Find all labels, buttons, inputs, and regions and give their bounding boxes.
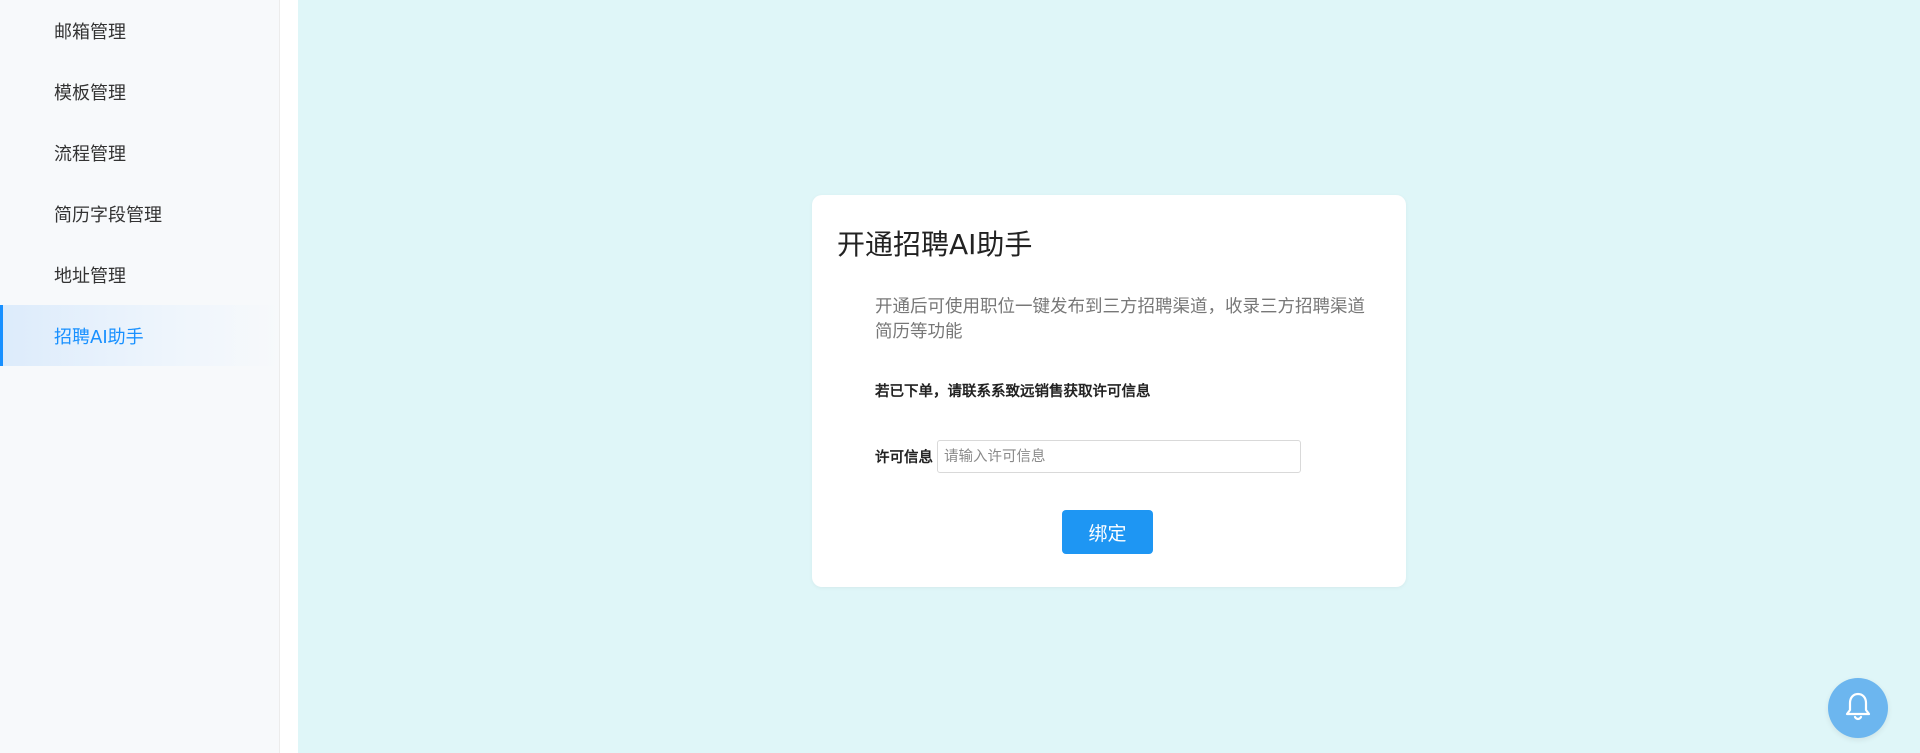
app-root: 邮箱管理 模板管理 流程管理 简历字段管理 地址管理 招聘AI助手 开通招聘AI… (0, 0, 1920, 753)
sidebar-gutter (280, 0, 298, 753)
license-field-row: 许可信息 (875, 440, 1301, 473)
card-description: 开通后可使用职位一键发布到三方招聘渠道，收录三方招聘渠道简历等功能 (875, 297, 1365, 342)
sidebar-item-label: 模板管理 (54, 82, 126, 104)
bind-button[interactable]: 绑定 (1062, 510, 1153, 554)
sidebar-item-recruit-ai-assistant[interactable]: 招聘AI助手 (0, 305, 279, 366)
sidebar-item-label: 邮箱管理 (54, 21, 126, 43)
sidebar-item-label: 简历字段管理 (54, 204, 162, 226)
bell-icon (1844, 691, 1872, 725)
sidebar-item-address[interactable]: 地址管理 (0, 244, 279, 305)
card-title: 开通招聘AI助手 (837, 228, 1033, 261)
sidebar-item-mailbox[interactable]: 邮箱管理 (0, 0, 279, 61)
sidebar-item-resume-fields[interactable]: 简历字段管理 (0, 183, 279, 244)
sidebar: 邮箱管理 模板管理 流程管理 简历字段管理 地址管理 招聘AI助手 (0, 0, 280, 753)
sidebar-item-label: 流程管理 (54, 143, 126, 165)
license-input[interactable] (937, 440, 1301, 473)
activation-card: 开通招聘AI助手 开通后可使用职位一键发布到三方招聘渠道，收录三方招聘渠道简历等… (812, 195, 1406, 587)
sidebar-item-workflow[interactable]: 流程管理 (0, 122, 279, 183)
sidebar-item-label: 招聘AI助手 (54, 326, 144, 348)
card-note: 若已下单，请联系系致远销售获取许可信息 (875, 384, 1151, 400)
sidebar-item-templates[interactable]: 模板管理 (0, 61, 279, 122)
sidebar-item-label: 地址管理 (54, 265, 126, 287)
notification-button[interactable] (1828, 678, 1888, 738)
main-content: 开通招聘AI助手 开通后可使用职位一键发布到三方招聘渠道，收录三方招聘渠道简历等… (298, 0, 1920, 753)
sidebar-nav: 邮箱管理 模板管理 流程管理 简历字段管理 地址管理 招聘AI助手 (0, 0, 279, 366)
license-label: 许可信息 (875, 450, 933, 466)
